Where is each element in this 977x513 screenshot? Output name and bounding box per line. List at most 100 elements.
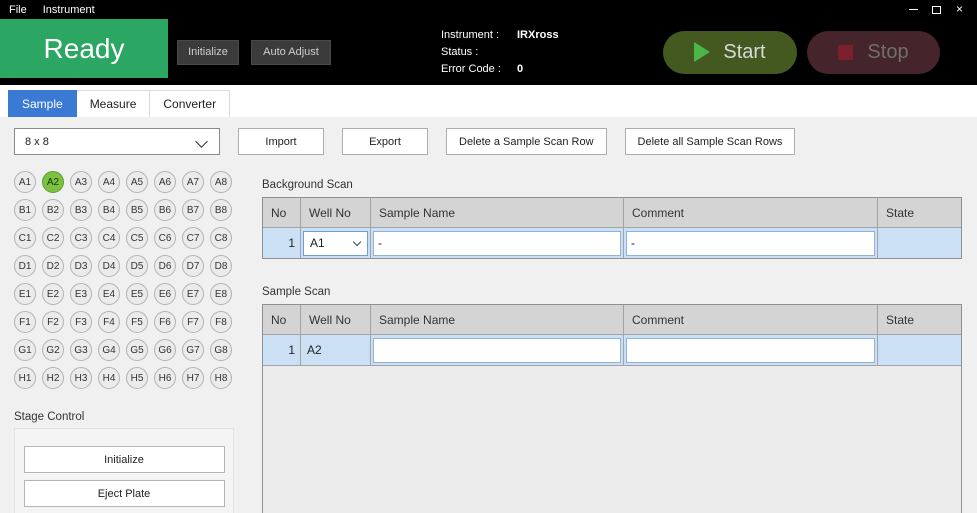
background-scan-row[interactable]: 1 A1 — [263, 228, 961, 258]
well-E2[interactable]: E2 — [42, 283, 64, 305]
well-G4[interactable]: G4 — [98, 339, 120, 361]
tab-converter[interactable]: Converter — [150, 90, 230, 117]
well-C2[interactable]: C2 — [42, 227, 64, 249]
well-B6[interactable]: B6 — [154, 199, 176, 221]
well-H1[interactable]: H1 — [14, 367, 36, 389]
well-C3[interactable]: C3 — [70, 227, 92, 249]
col-header-comment[interactable]: Comment — [624, 198, 878, 227]
well-H4[interactable]: H4 — [98, 367, 120, 389]
close-button[interactable]: × — [948, 0, 971, 19]
well-A3[interactable]: A3 — [70, 171, 92, 193]
well-F1[interactable]: F1 — [14, 311, 36, 333]
well-A6[interactable]: A6 — [154, 171, 176, 193]
well-A4[interactable]: A4 — [98, 171, 120, 193]
well-D4[interactable]: D4 — [98, 255, 120, 277]
well-C1[interactable]: C1 — [14, 227, 36, 249]
well-E3[interactable]: E3 — [70, 283, 92, 305]
sample-name-input[interactable] — [373, 338, 621, 363]
well-G6[interactable]: G6 — [154, 339, 176, 361]
well-H7[interactable]: H7 — [182, 367, 204, 389]
well-C5[interactable]: C5 — [126, 227, 148, 249]
col-header-no[interactable]: No — [263, 305, 301, 334]
well-F2[interactable]: F2 — [42, 311, 64, 333]
col-header-comment[interactable]: Comment — [624, 305, 878, 334]
menu-instrument[interactable]: Instrument — [35, 4, 103, 16]
well-E6[interactable]: E6 — [154, 283, 176, 305]
well-F8[interactable]: F8 — [210, 311, 232, 333]
maximize-button[interactable] — [925, 0, 948, 19]
delete-all-sample-scan-rows-button[interactable]: Delete all Sample Scan Rows — [625, 128, 796, 155]
well-H8[interactable]: H8 — [210, 367, 232, 389]
tab-measure[interactable]: Measure — [77, 90, 151, 117]
well-C7[interactable]: C7 — [182, 227, 204, 249]
well-A7[interactable]: A7 — [182, 171, 204, 193]
well-D7[interactable]: D7 — [182, 255, 204, 277]
well-B2[interactable]: B2 — [42, 199, 64, 221]
well-E7[interactable]: E7 — [182, 283, 204, 305]
well-D1[interactable]: D1 — [14, 255, 36, 277]
well-G1[interactable]: G1 — [14, 339, 36, 361]
stage-initialize-button[interactable]: Initialize — [24, 446, 225, 473]
sample-scan-row[interactable]: 1 A2 — [263, 335, 961, 365]
delete-sample-scan-row-button[interactable]: Delete a Sample Scan Row — [446, 128, 607, 155]
comment-input[interactable] — [626, 231, 875, 256]
col-header-state[interactable]: State — [878, 198, 961, 227]
stop-button[interactable]: Stop — [807, 31, 940, 74]
well-G7[interactable]: G7 — [182, 339, 204, 361]
col-header-sample-name[interactable]: Sample Name — [371, 198, 624, 227]
well-H6[interactable]: H6 — [154, 367, 176, 389]
well-G2[interactable]: G2 — [42, 339, 64, 361]
comment-input[interactable] — [626, 338, 875, 363]
well-E1[interactable]: E1 — [14, 283, 36, 305]
well-E8[interactable]: E8 — [210, 283, 232, 305]
col-header-well-no[interactable]: Well No — [301, 198, 371, 227]
well-A8[interactable]: A8 — [210, 171, 232, 193]
well-F3[interactable]: F3 — [70, 311, 92, 333]
minimize-button[interactable] — [902, 0, 925, 19]
well-G8[interactable]: G8 — [210, 339, 232, 361]
well-H3[interactable]: H3 — [70, 367, 92, 389]
well-B1[interactable]: B1 — [14, 199, 36, 221]
well-no-combobox[interactable]: A1 — [303, 231, 368, 256]
well-F5[interactable]: F5 — [126, 311, 148, 333]
well-B3[interactable]: B3 — [70, 199, 92, 221]
import-button[interactable]: Import — [238, 128, 324, 155]
well-F7[interactable]: F7 — [182, 311, 204, 333]
col-header-sample-name[interactable]: Sample Name — [371, 305, 624, 334]
well-E5[interactable]: E5 — [126, 283, 148, 305]
well-B8[interactable]: B8 — [210, 199, 232, 221]
well-D3[interactable]: D3 — [70, 255, 92, 277]
well-H2[interactable]: H2 — [42, 367, 64, 389]
col-header-state[interactable]: State — [878, 305, 961, 334]
well-D8[interactable]: D8 — [210, 255, 232, 277]
initialize-button[interactable]: Initialize — [177, 40, 239, 65]
well-D2[interactable]: D2 — [42, 255, 64, 277]
well-C8[interactable]: C8 — [210, 227, 232, 249]
auto-adjust-button[interactable]: Auto Adjust — [251, 40, 331, 65]
well-A5[interactable]: A5 — [126, 171, 148, 193]
col-header-well-no[interactable]: Well No — [301, 305, 371, 334]
sample-name-input[interactable] — [373, 231, 621, 256]
well-D5[interactable]: D5 — [126, 255, 148, 277]
plate-format-dropdown[interactable]: 8 x 8 — [14, 128, 220, 155]
well-G5[interactable]: G5 — [126, 339, 148, 361]
export-button[interactable]: Export — [342, 128, 428, 155]
start-button[interactable]: Start — [663, 31, 797, 74]
menu-file[interactable]: File — [0, 4, 35, 16]
well-F4[interactable]: F4 — [98, 311, 120, 333]
well-A1[interactable]: A1 — [14, 171, 36, 193]
well-C6[interactable]: C6 — [154, 227, 176, 249]
well-G3[interactable]: G3 — [70, 339, 92, 361]
tab-sample[interactable]: Sample — [8, 90, 77, 117]
well-H5[interactable]: H5 — [126, 367, 148, 389]
well-B5[interactable]: B5 — [126, 199, 148, 221]
well-B4[interactable]: B4 — [98, 199, 120, 221]
well-E4[interactable]: E4 — [98, 283, 120, 305]
well-B7[interactable]: B7 — [182, 199, 204, 221]
well-D6[interactable]: D6 — [154, 255, 176, 277]
eject-plate-button[interactable]: Eject Plate — [24, 480, 225, 507]
col-header-no[interactable]: No — [263, 198, 301, 227]
well-F6[interactable]: F6 — [154, 311, 176, 333]
well-C4[interactable]: C4 — [98, 227, 120, 249]
well-A2[interactable]: A2 — [42, 171, 64, 193]
